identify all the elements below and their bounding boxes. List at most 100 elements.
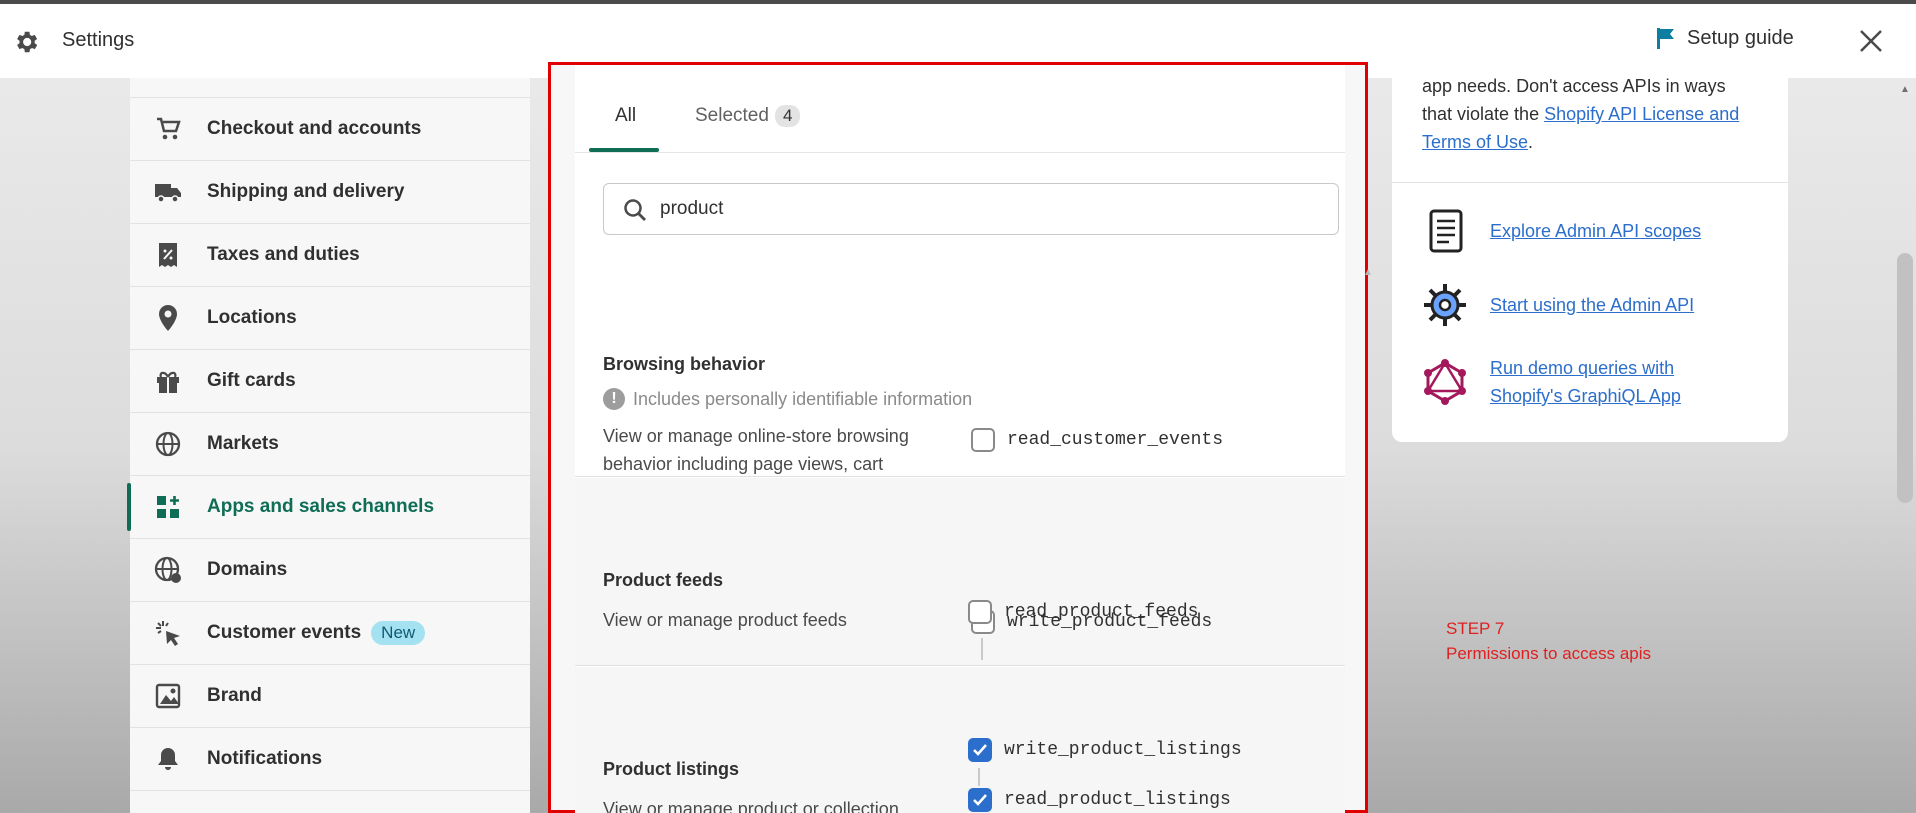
scroll-thumb[interactable]: [1897, 253, 1913, 503]
settings-sidebar: Checkout and accounts Shipping and deliv…: [127, 78, 530, 813]
customer-events-text: Customer events: [207, 622, 362, 643]
sidebar-item-label: Taxes and duties: [207, 244, 360, 265]
scope-search-field[interactable]: [603, 183, 1339, 235]
apps-icon: [154, 493, 182, 521]
tab-all-underline: [589, 148, 659, 152]
setup-guide-button[interactable]: Setup guide: [1655, 26, 1794, 50]
sidebar-item-customer-events[interactable]: Customer events New: [130, 602, 530, 665]
section-title: Product listings: [603, 759, 740, 779]
sidebar-item-label: Domains: [207, 559, 288, 580]
sidebar-item-label: Locations: [207, 307, 297, 328]
scope-section-browsing-behavior: Browsing behavior ! Includes personally …: [575, 270, 1345, 502]
truck-icon: [154, 178, 182, 206]
sidebar-item-label: Shipping and delivery: [207, 181, 405, 202]
scope-checkbox-row[interactable]: read_product_feeds: [968, 600, 1198, 624]
tab-selected[interactable]: Selected 4: [695, 105, 801, 127]
sidebar-item-gift-cards[interactable]: Gift cards: [130, 350, 530, 413]
receipt-icon: [154, 241, 182, 269]
sidebar-item-label: Markets: [207, 433, 279, 454]
scope-checkbox-row[interactable]: read_customer_events: [971, 428, 1223, 452]
resource-explore-scopes[interactable]: Explore Admin API scopes: [1422, 206, 1740, 256]
scope-connector: [978, 768, 980, 786]
sidebar-item-label: Brand: [207, 685, 262, 706]
cog-icon: [1422, 280, 1468, 330]
scroll-up-arrow[interactable]: ▲: [1363, 267, 1373, 278]
scope-tabs: All Selected 4: [575, 65, 1345, 153]
resources-card: app needs. Don't access APIs in ways tha…: [1392, 62, 1788, 442]
pii-note: ! Includes personally identifiable infor…: [603, 388, 972, 410]
section-description: View or manage product feeds: [603, 610, 847, 630]
scope-name: read_customer_events: [1007, 430, 1224, 450]
scope-checkbox-row[interactable]: read_product_listings: [968, 788, 1231, 812]
scope-section-product-feeds: Product feeds View or manage product fee…: [575, 478, 1345, 666]
sidebar-item-label: Gift cards: [207, 370, 296, 391]
new-badge: New: [371, 621, 426, 645]
checkmark-icon: [973, 744, 987, 756]
scope-name: write_product_listings: [1004, 740, 1242, 760]
sidebar-item-brand[interactable]: Brand: [130, 665, 530, 728]
scope-name: read_product_listings: [1004, 790, 1231, 810]
sidebar-item-markets[interactable]: Markets: [130, 413, 530, 476]
search-icon: [624, 199, 646, 221]
selected-count-badge: 4: [774, 105, 801, 127]
note-suffix: .: [1528, 132, 1534, 152]
scope-checkbox-row[interactable]: write_product_listings: [968, 738, 1242, 762]
domain-globe-icon: [154, 556, 182, 584]
section-title: Product feeds: [603, 570, 724, 590]
close-icon[interactable]: [1856, 26, 1886, 56]
info-icon: !: [603, 388, 625, 410]
api-scopes-card: All Selected4 ▲ Browsing behavior ! Incl…: [575, 65, 1373, 813]
step-caption: Permissions to access apis: [1446, 644, 1652, 663]
divider: [1392, 182, 1788, 183]
sidebar-item-label: Notifications: [207, 748, 323, 769]
run-demo-queries-link[interactable]: Run demo queries with Shopify's GraphiQL…: [1490, 354, 1740, 410]
document-scroll-icon: [1422, 206, 1468, 256]
checkbox-checked[interactable]: [968, 788, 992, 812]
page-title: Settings: [62, 29, 135, 51]
checkbox[interactable]: [971, 428, 995, 452]
checkmark-icon: [973, 794, 987, 806]
pii-note-text: Includes personally identifiable informa…: [633, 388, 973, 409]
cursor-click-icon: [154, 619, 182, 647]
page-scrollbar[interactable]: ▲: [1894, 78, 1916, 813]
cart-icon: [154, 115, 182, 143]
flag-icon: [1657, 28, 1674, 49]
sidebar-item-locations[interactable]: Locations: [130, 287, 530, 350]
sidebar-item-checkout[interactable]: Checkout and accounts: [130, 98, 530, 161]
step-annotation: STEP 7 Permissions to access apis: [1446, 616, 1651, 666]
active-indicator: [127, 483, 131, 531]
sidebar-item-label: Apps and sales channels: [207, 496, 435, 517]
sidebar-item-hidden: [130, 78, 530, 98]
sidebar-item-notifications[interactable]: Notifications: [130, 728, 530, 791]
tab-all[interactable]: All: [615, 105, 636, 127]
graphql-icon: [1422, 357, 1468, 407]
location-pin-icon: [154, 304, 182, 332]
sidebar-item-apps-and-sales-channels[interactable]: Apps and sales channels: [127, 476, 530, 539]
section-title: Browsing behavior: [603, 354, 766, 374]
sidebar-item-label: Customer events New: [207, 621, 426, 645]
sidebar-item-domains[interactable]: Domains: [130, 539, 530, 602]
gift-icon: [154, 367, 182, 395]
tab-selected-label: Selected: [695, 105, 769, 126]
sidebar-item-shipping[interactable]: Shipping and delivery: [130, 161, 530, 224]
search-input[interactable]: [660, 194, 1320, 224]
checkbox[interactable]: [968, 600, 992, 624]
scope-name: read_product_feeds: [1004, 602, 1199, 622]
checkbox-checked[interactable]: [968, 738, 992, 762]
sidebar-item-taxes[interactable]: Taxes and duties: [130, 224, 530, 287]
scroll-up-arrow[interactable]: ▲: [1900, 84, 1910, 95]
resource-start-admin-api[interactable]: Start using the Admin API: [1422, 280, 1740, 330]
scope-connector: [981, 638, 983, 660]
step-label: STEP 7: [1446, 619, 1505, 638]
explore-admin-api-scopes-link[interactable]: Explore Admin API scopes: [1490, 217, 1740, 245]
sidebar-item-label: Checkout and accounts: [207, 118, 422, 139]
globe-icon: [154, 430, 182, 458]
resource-graphiql-demo[interactable]: Run demo queries with Shopify's GraphiQL…: [1422, 354, 1740, 410]
section-description: View or manage product or collection lis…: [603, 799, 899, 813]
bell-icon: [154, 745, 182, 773]
start-using-admin-api-link[interactable]: Start using the Admin API: [1490, 291, 1740, 319]
api-license-note: app needs. Don't access APIs in ways tha…: [1422, 72, 1752, 156]
gear-icon: [17, 31, 38, 53]
api-scopes-panel: All Selected4 ▲ Browsing behavior ! Incl…: [548, 62, 1373, 813]
setup-guide-label: Setup guide: [1687, 26, 1794, 49]
